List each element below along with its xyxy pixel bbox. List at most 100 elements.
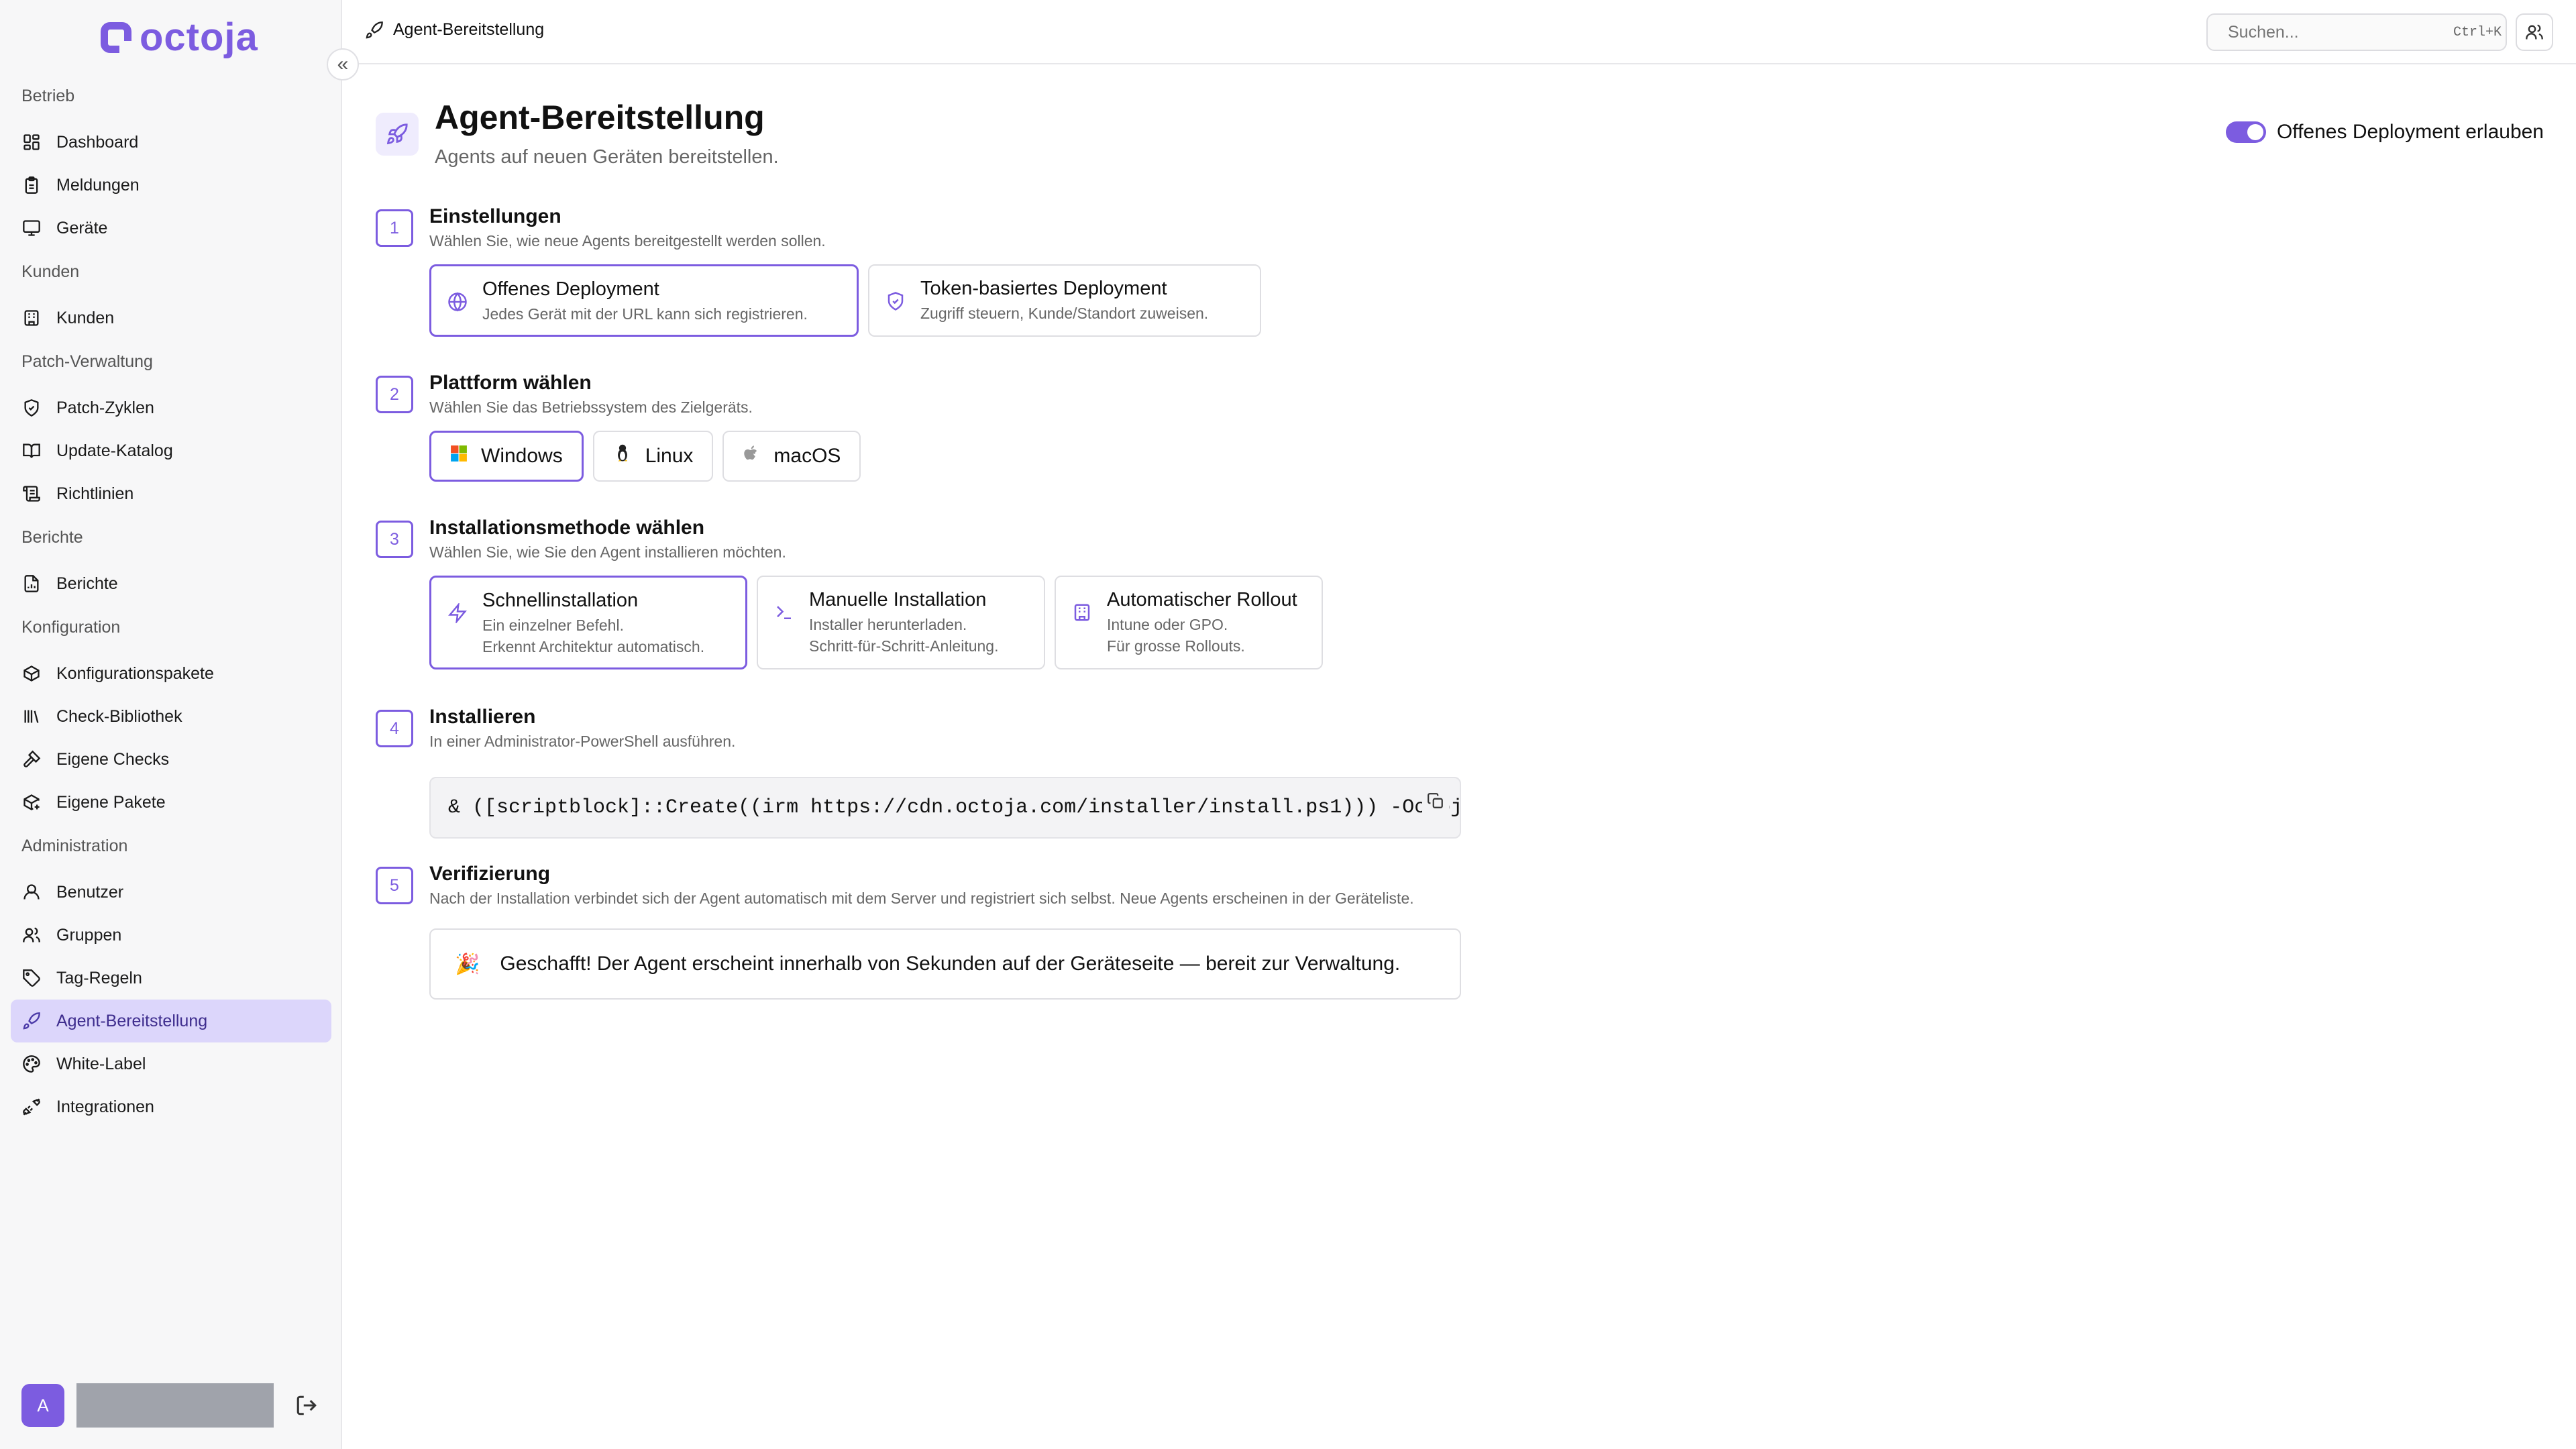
collapse-sidebar-button[interactable]: « [327,48,359,80]
sidebar-item-white-label[interactable]: White-Label [11,1042,331,1085]
nav-section-title: Patch-Verwaltung [21,352,153,371]
globe-icon [447,278,468,315]
terminal-icon [774,589,794,626]
file-chart-icon [21,574,42,594]
install-command-box[interactable]: & ([scriptblock]::Create((irm https://cd… [429,777,1461,839]
sidebar-item-tag-regeln[interactable]: Tag-Regeln [11,957,331,1000]
sidebar-item-benutzer[interactable]: Benutzer [11,871,331,914]
sidebar-item-label: Eigene Checks [56,749,170,769]
sidebar-item-label: Meldungen [56,175,140,195]
sidebar-item-update-katalog[interactable]: Update-Katalog [11,429,331,472]
method-quick-install[interactable]: Schnellinstallation Ein einzelner Befehl… [429,576,747,669]
step-description: Nach der Installation verbindet sich der… [429,890,1414,907]
step-number: 1 [376,209,413,247]
building-icon [21,308,42,328]
package-plus-icon [21,792,42,812]
apple-icon [743,443,760,469]
platform-linux[interactable]: Linux [592,431,714,482]
sidebar-nav: Betrieb Dashboard Meldungen Geräte Kunden Kun… [0,74,342,1128]
search-input[interactable] [2228,22,2444,42]
sidebar-item-label: Richtlinien [56,484,134,503]
sidebar-item-berichte[interactable]: Berichte [11,562,331,605]
option-open-deployment[interactable]: Offenes Deployment Jedes Gerät mit der U… [429,264,859,337]
sidebar-item-eigene-pakete[interactable]: Eigene Pakete [11,781,331,824]
main-content: Agent-Bereitstellung Agents auf neuen Ge… [343,64,2576,1449]
option-token-deployment[interactable]: Token-basiertes Deployment Zugriff steue… [868,264,1261,337]
user-bar: A [21,1383,274,1428]
step-description: Wählen Sie, wie Sie den Agent installier… [429,543,786,561]
method-title: Manuelle Installation [809,589,987,610]
nav-section-title: Kunden [21,262,80,281]
rocket-icon [366,21,383,38]
monitor-icon [21,218,42,238]
method-desc-line2: Erkennt Architektur automatisch. [482,638,705,655]
install-command[interactable]: & ([scriptblock]::Create((irm https://cd… [448,796,1460,819]
option-title: Offenes Deployment [482,278,659,300]
octoja-logo[interactable]: octoja [101,15,258,60]
nav-section-title: Konfiguration [21,618,121,637]
sidebar-item-label: Berichte [56,574,118,593]
success-message: 🎉 Geschafft! Der Agent erscheint innerha… [429,928,1461,1000]
sidebar-item-gruppen[interactable]: Gruppen [11,914,331,957]
linux-icon [613,443,632,469]
copy-button[interactable] [1422,788,1449,814]
option-desc: Zugriff steuern, Kunde/Standort zuweisen… [920,305,1209,322]
account-button[interactable] [2516,13,2553,51]
sidebar-item-label: Check-Bibliothek [56,706,182,726]
sidebar-item-label: Gruppen [56,925,122,945]
page-subtitle: Agents auf neuen Geräten bereitstellen. [435,146,779,168]
step-title: Einstellungen [429,205,561,227]
users-icon [21,925,42,945]
sidebar-item-integrationen[interactable]: Integrationen [11,1085,331,1128]
sidebar-item-label: Eigene Pakete [56,792,166,812]
sidebar-item-konfigurationspakete[interactable]: Konfigurationspakete [11,652,331,695]
sidebar-item-check-bibliothek[interactable]: Check-Bibliothek [11,695,331,738]
building-icon [1072,589,1092,626]
logo-mark-icon [101,21,131,53]
platform-label: Windows [481,445,563,467]
step-number: 2 [376,376,413,413]
sidebar-item-agent-bereitstellung[interactable]: Agent-Bereitstellung [11,1000,331,1042]
platform-windows[interactable]: Windows [429,431,584,482]
sidebar-item-patch-zyklen[interactable]: Patch-Zyklen [11,386,331,429]
plug-icon [21,1097,42,1117]
nav-section-title: Betrieb [21,87,75,105]
method-manual-install[interactable]: Manuelle Installation Installer herunter… [757,576,1045,669]
search-shortcut: Ctrl+K [2453,24,2502,40]
book-icon [21,441,42,461]
success-text: Geschafft! Der Agent erscheint innerhalb… [500,953,1401,975]
sidebar-item-eigene-checks[interactable]: Eigene Checks [11,738,331,781]
sidebar-item-label: Tag-Regeln [56,968,142,987]
method-automatic-rollout[interactable]: Automatischer Rollout Intune oder GPO. F… [1055,576,1323,669]
sidebar-item-label: Benutzer [56,882,124,902]
search-box[interactable]: Ctrl+K [2206,13,2507,51]
sidebar-item-dashboard[interactable]: Dashboard [11,121,331,164]
option-desc: Jedes Gerät mit der URL kann sich regist… [482,305,808,323]
rocket-icon [21,1011,42,1031]
sidebar-item-meldungen[interactable]: Meldungen [11,164,331,207]
page-rocket-icon [376,113,419,156]
copy-icon [1428,793,1443,808]
clipboard-icon [21,175,42,195]
toggle-label: Offenes Deployment erlauben [2276,121,2544,143]
platform-label: Linux [645,445,694,467]
sidebar-item-label: Dashboard [56,132,139,152]
zap-icon [447,590,468,627]
scroll-icon [21,484,42,504]
library-icon [21,706,42,727]
method-desc-line2: Für grosse Rollouts. [1107,637,1245,655]
avatar[interactable]: A [21,1384,64,1427]
sidebar-item-kunden[interactable]: Kunden [11,297,331,339]
sidebar-item-geräte[interactable]: Geräte [11,207,331,250]
logout-icon[interactable] [295,1394,318,1420]
topbar: Agent-Bereitstellung Ctrl+K [343,0,2576,64]
shield-check-icon [885,278,906,315]
user-name-redacted [76,1383,274,1428]
sidebar-item-richtlinien[interactable]: Richtlinien [11,472,331,515]
method-desc-line1: Installer herunterladen. [809,616,967,633]
open-deployment-toggle[interactable] [2225,121,2266,143]
sidebar-item-label: White-Label [56,1054,146,1073]
sidebar-item-label: Konfigurationspakete [56,663,214,683]
platform-macos[interactable]: macOS [722,431,861,482]
chevrons-left-icon: « [337,53,349,75]
